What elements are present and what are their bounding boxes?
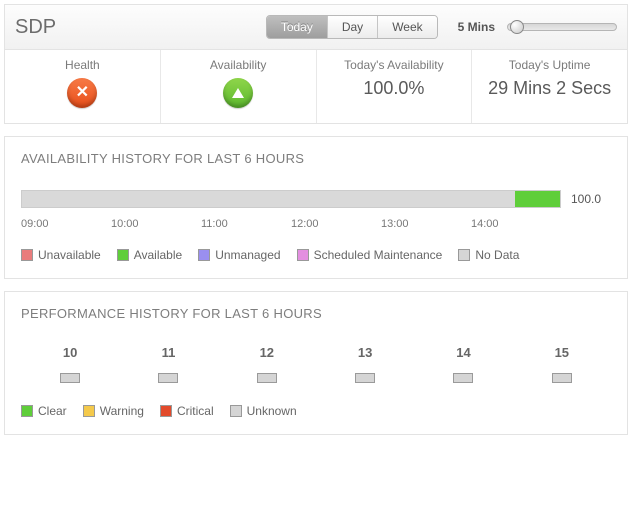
availability-bar-value: 100.0 bbox=[571, 192, 611, 206]
header-bar: SDP Today Day Week 5 Mins bbox=[4, 4, 628, 50]
stat-availability-label: Availability bbox=[165, 58, 312, 72]
legend-label: Clear bbox=[38, 404, 67, 418]
availability-x-tick: 09:00 bbox=[21, 218, 111, 230]
legend-label: Scheduled Maintenance bbox=[314, 248, 443, 262]
legend-swatch bbox=[117, 249, 129, 261]
legend-item: Warning bbox=[83, 404, 144, 418]
legend-label: Warning bbox=[100, 404, 144, 418]
performance-panel: PERFORMANCE HISTORY FOR LAST 6 HOURS 101… bbox=[4, 291, 628, 435]
legend-item: Unknown bbox=[230, 404, 297, 418]
performance-hour-col: 12 bbox=[257, 345, 277, 386]
slider-track[interactable] bbox=[507, 23, 617, 31]
stat-todays-availability-label: Today's Availability bbox=[321, 58, 468, 72]
availability-x-tick: 13:00 bbox=[381, 218, 471, 230]
stat-todays-uptime-label: Today's Uptime bbox=[476, 58, 623, 72]
availability-panel-title: AVAILABILITY HISTORY FOR LAST 6 HOURS bbox=[21, 151, 611, 166]
performance-hour-label: 10 bbox=[60, 345, 80, 360]
performance-legend: Clear Warning Critical Unknown bbox=[21, 404, 611, 418]
legend-item: Unmanaged bbox=[198, 248, 280, 262]
performance-hour-col: 13 bbox=[355, 345, 375, 386]
legend-item: Scheduled Maintenance bbox=[297, 248, 443, 262]
legend-swatch bbox=[230, 405, 242, 417]
availability-x-tick: 10:00 bbox=[111, 218, 201, 230]
legend-item: No Data bbox=[458, 248, 519, 262]
performance-status-box bbox=[552, 373, 572, 383]
legend-swatch bbox=[297, 249, 309, 261]
availability-x-tick: 14:00 bbox=[471, 218, 561, 230]
availability-x-axis: 09:0010:0011:0012:0013:0014:00 bbox=[21, 218, 611, 230]
performance-hours-row: 10 11 12 13 14 15 bbox=[21, 345, 611, 386]
legend-label: Critical bbox=[177, 404, 214, 418]
performance-hour-label: 11 bbox=[158, 345, 178, 360]
interval-label: 5 Mins bbox=[458, 20, 495, 34]
availability-up-icon bbox=[223, 78, 253, 108]
performance-hour-col: 11 bbox=[158, 345, 178, 386]
time-range-segmented: Today Day Week bbox=[266, 15, 438, 39]
legend-swatch bbox=[458, 249, 470, 261]
legend-item: Available bbox=[117, 248, 182, 262]
performance-status-box bbox=[60, 373, 80, 383]
range-btn-today[interactable]: Today bbox=[267, 16, 328, 38]
page-title: SDP bbox=[15, 16, 56, 39]
performance-status-box bbox=[355, 373, 375, 383]
legend-label: No Data bbox=[475, 248, 519, 262]
performance-status-box bbox=[158, 373, 178, 383]
legend-label: Unknown bbox=[247, 404, 297, 418]
range-btn-day[interactable]: Day bbox=[328, 16, 378, 38]
availability-bar bbox=[21, 190, 561, 208]
performance-status-box bbox=[257, 373, 277, 383]
stat-availability: Availability bbox=[161, 50, 317, 123]
performance-hour-col: 14 bbox=[453, 345, 473, 386]
interval-slider[interactable] bbox=[507, 23, 617, 31]
stat-todays-availability-value: 100.0% bbox=[321, 78, 468, 99]
legend-label: Unavailable bbox=[38, 248, 101, 262]
slider-thumb[interactable] bbox=[510, 20, 524, 34]
legend-label: Available bbox=[134, 248, 182, 262]
health-critical-icon: ✕ bbox=[67, 78, 97, 108]
legend-item: Clear bbox=[21, 404, 67, 418]
availability-bar-row: 100.0 bbox=[21, 190, 611, 208]
availability-x-tick: 11:00 bbox=[201, 218, 291, 230]
performance-hour-col: 15 bbox=[552, 345, 572, 386]
legend-swatch bbox=[160, 405, 172, 417]
stat-todays-availability: Today's Availability 100.0% bbox=[317, 50, 473, 123]
range-btn-week[interactable]: Week bbox=[378, 16, 436, 38]
performance-hour-label: 15 bbox=[552, 345, 572, 360]
legend-label: Unmanaged bbox=[215, 248, 280, 262]
performance-hour-col: 10 bbox=[60, 345, 80, 386]
stat-todays-uptime: Today's Uptime 29 Mins 2 Secs bbox=[472, 50, 627, 123]
performance-panel-title: PERFORMANCE HISTORY FOR LAST 6 HOURS bbox=[21, 306, 611, 321]
legend-item: Unavailable bbox=[21, 248, 101, 262]
availability-x-tick: 12:00 bbox=[291, 218, 381, 230]
legend-swatch bbox=[83, 405, 95, 417]
performance-hour-label: 13 bbox=[355, 345, 375, 360]
performance-status-box bbox=[453, 373, 473, 383]
legend-item: Critical bbox=[160, 404, 214, 418]
performance-hour-label: 12 bbox=[257, 345, 277, 360]
legend-swatch bbox=[198, 249, 210, 261]
performance-hour-label: 14 bbox=[453, 345, 473, 360]
availability-legend: Unavailable Available Unmanaged Scheduled M… bbox=[21, 248, 611, 262]
availability-panel: AVAILABILITY HISTORY FOR LAST 6 HOURS 10… bbox=[4, 136, 628, 279]
stat-todays-uptime-value: 29 Mins 2 Secs bbox=[476, 78, 623, 99]
legend-swatch bbox=[21, 249, 33, 261]
stat-health-label: Health bbox=[9, 58, 156, 72]
stat-health: Health ✕ bbox=[5, 50, 161, 123]
availability-bar-available-segment bbox=[515, 191, 560, 207]
summary-stats: Health ✕ Availability Today's Availabili… bbox=[4, 50, 628, 124]
legend-swatch bbox=[21, 405, 33, 417]
